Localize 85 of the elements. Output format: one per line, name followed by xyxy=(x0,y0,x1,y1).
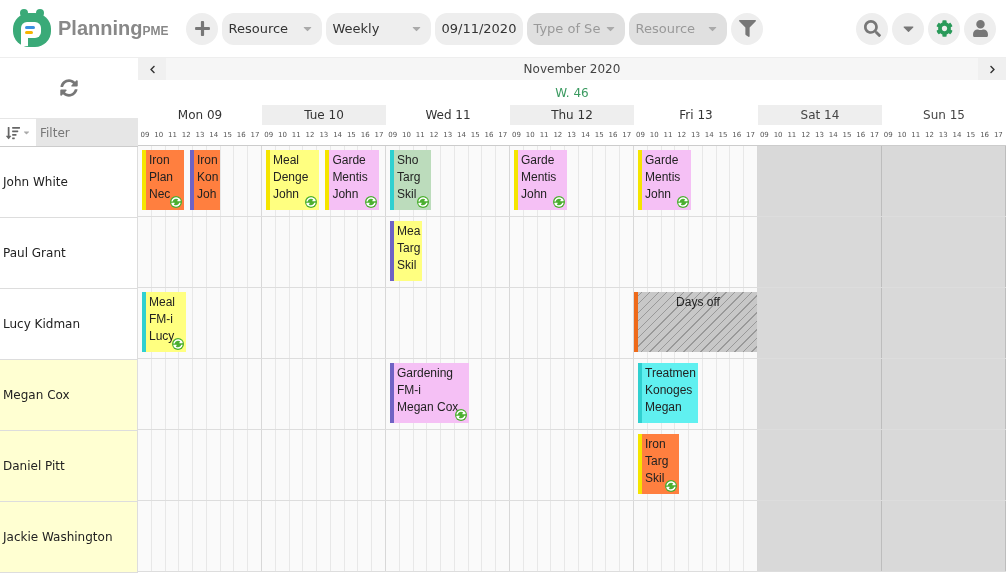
absence-block[interactable]: Days off xyxy=(634,292,757,352)
day-header: Thu 12 xyxy=(510,105,634,125)
resource-name[interactable]: John White xyxy=(0,147,138,218)
event-block[interactable]: Mea Targ Skil xyxy=(390,221,423,281)
event-text: Mentis xyxy=(645,169,681,186)
event-text: John xyxy=(521,186,549,203)
event-text: Days off xyxy=(676,294,720,311)
event-text: FM-i xyxy=(397,382,422,399)
event-text: Megan xyxy=(645,399,683,416)
event-text: John xyxy=(645,186,673,203)
event-block[interactable]: Meal FM-i Lucy xyxy=(142,292,186,352)
event-block[interactable]: Iron Kon Joh xyxy=(190,150,221,210)
event-block[interactable]: Gardening FM-i Megan Cox xyxy=(390,363,470,423)
event-text: Megan Cox xyxy=(397,399,459,416)
search-icon xyxy=(863,20,881,37)
view-select[interactable]: Resource xyxy=(222,12,323,45)
event-text: Targ xyxy=(397,169,421,186)
event-text: John xyxy=(273,186,301,203)
next-button[interactable] xyxy=(978,58,1006,80)
event-text: Garde xyxy=(521,152,556,169)
search-button[interactable] xyxy=(856,12,888,45)
event-text: Targ xyxy=(645,453,669,470)
event-block[interactable]: Sho Targ Skil xyxy=(390,150,432,210)
event-text: Joh xyxy=(197,186,218,203)
event-text: Iron xyxy=(197,152,219,169)
event-text: Skil xyxy=(397,186,418,203)
chevron-left-icon xyxy=(147,64,157,74)
sort-icon xyxy=(5,125,20,140)
event-text: Lucy xyxy=(149,328,175,345)
event-text: Mentis xyxy=(332,169,368,186)
day-header: Sat 14 xyxy=(758,105,882,125)
logo-icon xyxy=(12,7,52,50)
logo-text: PlanningPME xyxy=(58,17,169,40)
event-text: Konoges xyxy=(645,382,694,399)
event-text: FM-i xyxy=(149,311,174,328)
chevron-right-icon xyxy=(987,64,997,74)
settings-button[interactable] xyxy=(928,12,960,45)
gear-icon xyxy=(935,20,953,37)
event-text: Mea xyxy=(397,223,421,240)
event-text: Iron xyxy=(149,152,171,169)
event-text: Sho xyxy=(397,152,420,169)
caret-icon xyxy=(21,128,31,137)
event-block[interactable]: Garde Mentis John xyxy=(325,150,379,210)
event-text: Mentis xyxy=(521,169,557,186)
funnel-icon xyxy=(738,20,756,37)
resource-name[interactable]: Paul Grant xyxy=(0,218,138,289)
dropdown-button[interactable] xyxy=(892,12,924,45)
event-text: Plan xyxy=(149,169,174,186)
event-block[interactable]: Meal Denge John xyxy=(266,150,320,210)
event-text: Treatmen xyxy=(645,365,696,382)
resource-name[interactable]: Jackie Washington xyxy=(0,502,138,573)
event-text: Garde xyxy=(332,152,367,169)
resource-name[interactable]: Megan Cox xyxy=(0,360,138,431)
event-text: Skil xyxy=(645,470,666,487)
event-text: John xyxy=(332,186,360,203)
event-block[interactable]: Iron Plan Nec xyxy=(142,150,185,210)
previous-button[interactable] xyxy=(138,58,166,80)
event-text: Meal xyxy=(149,294,175,311)
event-block[interactable]: Garde Mentis John xyxy=(638,150,692,210)
plus-icon xyxy=(193,20,211,37)
event-text: Meal xyxy=(273,152,300,169)
date-field[interactable]: 09/11/2020 xyxy=(435,12,524,45)
event-text: Gardening xyxy=(397,365,455,382)
view-select[interactable]: Weekly xyxy=(326,12,432,45)
event-text: Garde xyxy=(645,152,680,169)
filter-field[interactable]: Filter xyxy=(36,119,138,146)
filter-button[interactable] xyxy=(731,12,764,45)
month-label: November 2020 xyxy=(522,62,622,76)
event-text: Targ xyxy=(397,240,421,257)
event-text: Iron xyxy=(645,436,667,453)
event-block[interactable]: Garde Mentis John xyxy=(514,150,568,210)
event-block[interactable]: Treatmen Konoges Megan xyxy=(638,363,698,423)
resource-name[interactable]: Lucy Kidman xyxy=(0,289,138,360)
add-button[interactable] xyxy=(186,12,219,45)
refresh-icon[interactable] xyxy=(60,79,78,97)
user-icon xyxy=(971,20,989,37)
event-text: Kon xyxy=(197,169,219,186)
event-block[interactable]: Iron Targ Skil xyxy=(638,434,680,494)
resource-name[interactable]: Daniel Pitt xyxy=(0,431,138,502)
day-header: Tue 10 xyxy=(262,105,386,125)
week-label: W. 46 xyxy=(555,85,589,100)
event-text: Skil xyxy=(397,257,418,274)
user-button[interactable] xyxy=(964,12,996,45)
event-text: Nec xyxy=(149,186,172,203)
event-text: Denge xyxy=(273,169,309,186)
